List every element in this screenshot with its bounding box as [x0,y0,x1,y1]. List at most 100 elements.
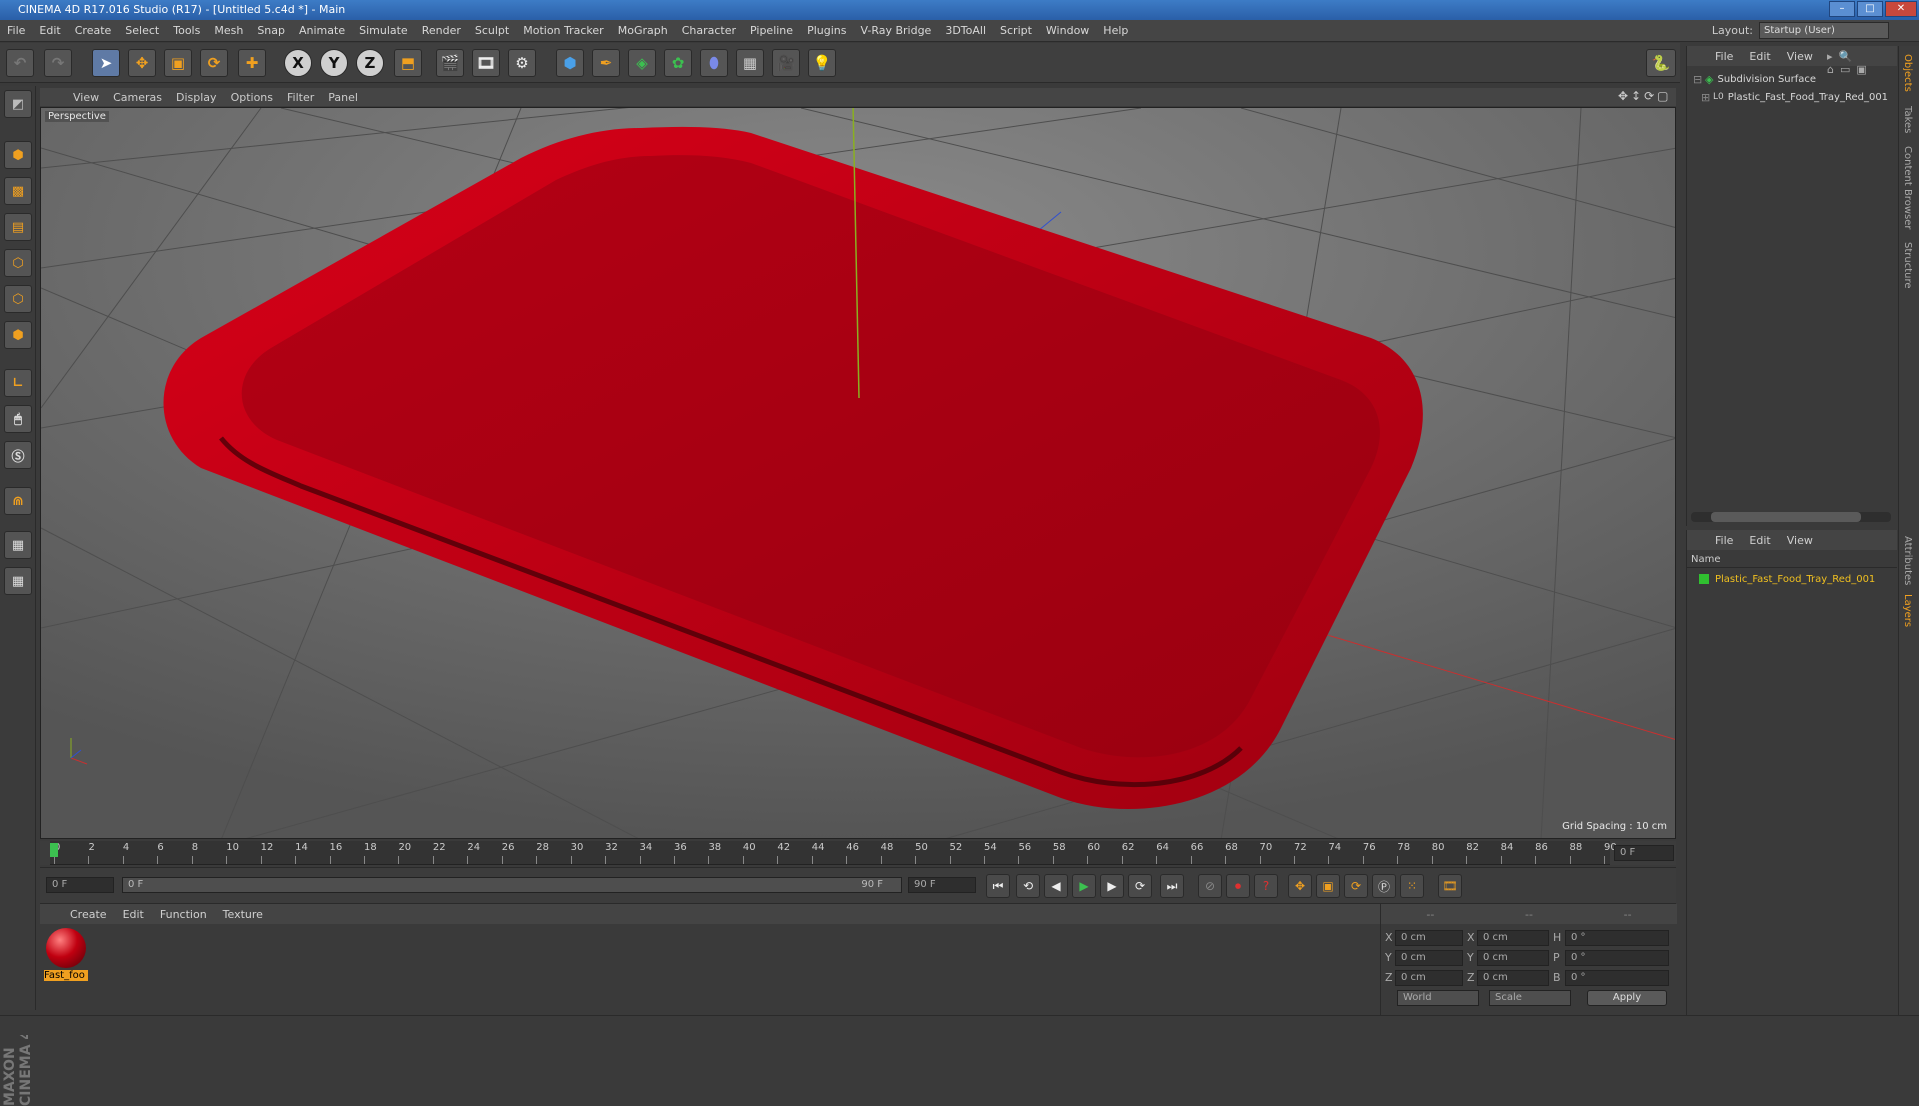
points-mode-button[interactable]: ⬡ [4,249,32,277]
coord-rotation-field[interactable]: 0 ° [1565,930,1669,946]
coord-space-select[interactable]: World [1397,990,1479,1006]
rotate-tool-button[interactable]: ⟳ [200,49,228,77]
layer-menu-file[interactable]: File [1707,534,1741,547]
timeline-window-button[interactable]: 🎞 [1438,874,1462,898]
viewport-nav-icons[interactable]: ✥↕⟳▢ [1618,89,1672,103]
scroll-thumb[interactable] [1711,512,1861,522]
deformer-button[interactable]: ⬮ [700,49,728,77]
go-to-end-button[interactable]: ⏭ [1160,874,1184,898]
python-button[interactable]: 🐍 [1646,49,1676,77]
side-tab-attributes[interactable]: Attributes [1902,536,1913,585]
material-menu-create[interactable]: Create [62,908,115,921]
playhead[interactable] [50,843,58,857]
model-mode-button[interactable]: ⬢ [4,141,32,169]
go-to-start-button[interactable]: ⏮ [986,874,1010,898]
coord-position-field[interactable]: 0 cm [1395,970,1463,986]
coord-rotation-field[interactable]: 0 ° [1565,970,1669,986]
perspective-viewport[interactable]: Perspective Grid Spacing : 10 cm [40,107,1676,839]
menu-file[interactable]: File [0,24,32,37]
menu-edit[interactable]: Edit [32,24,67,37]
next-frame-button[interactable]: ▶ [1100,874,1124,898]
layer-menu-edit[interactable]: Edit [1741,534,1778,547]
edges-mode-button[interactable]: ⬡ [4,285,32,313]
key-scale-button[interactable]: ▣ [1316,874,1340,898]
viewport-menu-cameras[interactable]: Cameras [106,91,169,104]
coord-size-field[interactable]: 0 cm [1477,950,1549,966]
start-frame-field[interactable]: 0 F [46,877,114,893]
menu-window[interactable]: Window [1039,24,1096,37]
camera-label[interactable]: Perspective [45,111,109,122]
render-view-button[interactable]: 🎬 [436,49,464,77]
y-axis-button[interactable]: Y [320,49,348,77]
object-menu-file[interactable]: File [1707,50,1741,63]
current-frame-field[interactable]: 0 F [1614,845,1674,861]
menu-motion-tracker[interactable]: Motion Tracker [516,24,610,37]
timeline-ruler[interactable]: 0246810121416182022242628303234363840424… [40,841,1676,865]
side-tab-layers[interactable]: Layers [1902,594,1913,627]
floor-button[interactable]: ▦ [736,49,764,77]
menu-pipeline[interactable]: Pipeline [743,24,800,37]
next-key-button[interactable]: ⟳ [1128,874,1152,898]
menu-tools[interactable]: Tools [166,24,207,37]
coord-mode-select[interactable]: Scale [1489,990,1571,1006]
workplane-mode-button[interactable]: ▤ [4,213,32,241]
key-position-button[interactable]: ✥ [1288,874,1312,898]
coord-rotation-field[interactable]: 0 ° [1565,950,1669,966]
side-tab-takes[interactable]: Takes [1902,106,1913,133]
scale-tool-button[interactable]: ▣ [164,49,192,77]
menu-animate[interactable]: Animate [292,24,352,37]
minimize-button[interactable]: – [1829,1,1855,17]
light-button[interactable]: 💡 [808,49,836,77]
object-row-tray[interactable]: ⊞ L0 Plastic_Fast_Food_Tray_Red_001 [1701,88,1897,106]
layout-select[interactable]: Startup (User) [1759,22,1889,39]
make-editable-button[interactable]: ◩ [4,90,32,118]
menu-script[interactable]: Script [993,24,1039,37]
cloner-button[interactable]: ✿ [664,49,692,77]
coordinate-system-button[interactable]: ⬒ [394,49,422,77]
layer-color-swatch[interactable] [1699,574,1709,584]
select-tool-button[interactable]: ➤ [92,49,120,77]
viewport-menu-view[interactable]: View [66,91,106,104]
maximize-button[interactable]: □ [1857,1,1883,17]
object-hscrollbar[interactable] [1691,512,1891,522]
camera-button[interactable]: 🎥 [772,49,800,77]
x-axis-button[interactable]: X [284,49,312,77]
z-axis-button[interactable]: Z [356,49,384,77]
menu-render[interactable]: Render [415,24,468,37]
coord-size-field[interactable]: 0 cm [1477,970,1549,986]
recent-tool-button[interactable]: ✚ [238,49,266,77]
menu-help[interactable]: Help [1096,24,1135,37]
menu-3dtoall[interactable]: 3DToAll [938,24,993,37]
viewport-menu-filter[interactable]: Filter [280,91,321,104]
render-picture-viewer-button[interactable]: 🎞 [472,49,500,77]
layer-row[interactable]: Plastic_Fast_Food_Tray_Red_001 [1699,570,1895,588]
material-menu-edit[interactable]: Edit [115,908,152,921]
polygons-mode-button[interactable]: ⬢ [4,321,32,349]
key-rotation-button[interactable]: ⟳ [1344,874,1368,898]
apply-button[interactable]: Apply [1587,990,1667,1006]
menu-simulate[interactable]: Simulate [352,24,415,37]
subdivision-surface-button[interactable]: ◈ [628,49,656,77]
cube-object-button[interactable]: ⬢ [556,49,584,77]
viewport-menu-panel[interactable]: Panel [321,91,365,104]
menu-select[interactable]: Select [118,24,166,37]
side-tab-objects[interactable]: Objects [1902,54,1913,92]
object-menu-edit[interactable]: Edit [1741,50,1778,63]
frame-range-slider[interactable]: 0 F 90 F [122,877,902,893]
keyframe-selection-button[interactable]: ? [1254,874,1278,898]
material-item[interactable]: Fast_foo [44,928,88,984]
autokey-button[interactable]: ⏺ [1226,874,1250,898]
axis-mode-button[interactable]: ∟ [4,369,32,397]
side-tab-content-browser[interactable]: Content Browser [1902,146,1913,229]
snap-button[interactable]: Ⓢ [4,441,32,469]
key-parameter-button[interactable]: Ⓟ [1372,874,1396,898]
material-menu-texture[interactable]: Texture [215,908,271,921]
previous-key-button[interactable]: ⟲ [1016,874,1040,898]
menu-character[interactable]: Character [675,24,743,37]
close-button[interactable]: ✕ [1885,1,1917,17]
menu-mograph[interactable]: MoGraph [611,24,675,37]
side-tab-structure[interactable]: Structure [1902,242,1913,289]
planar-workplane-button[interactable]: ▦ [4,567,32,595]
record-keys-button[interactable]: ⊘ [1198,874,1222,898]
undo-button[interactable]: ↶ [6,49,34,77]
